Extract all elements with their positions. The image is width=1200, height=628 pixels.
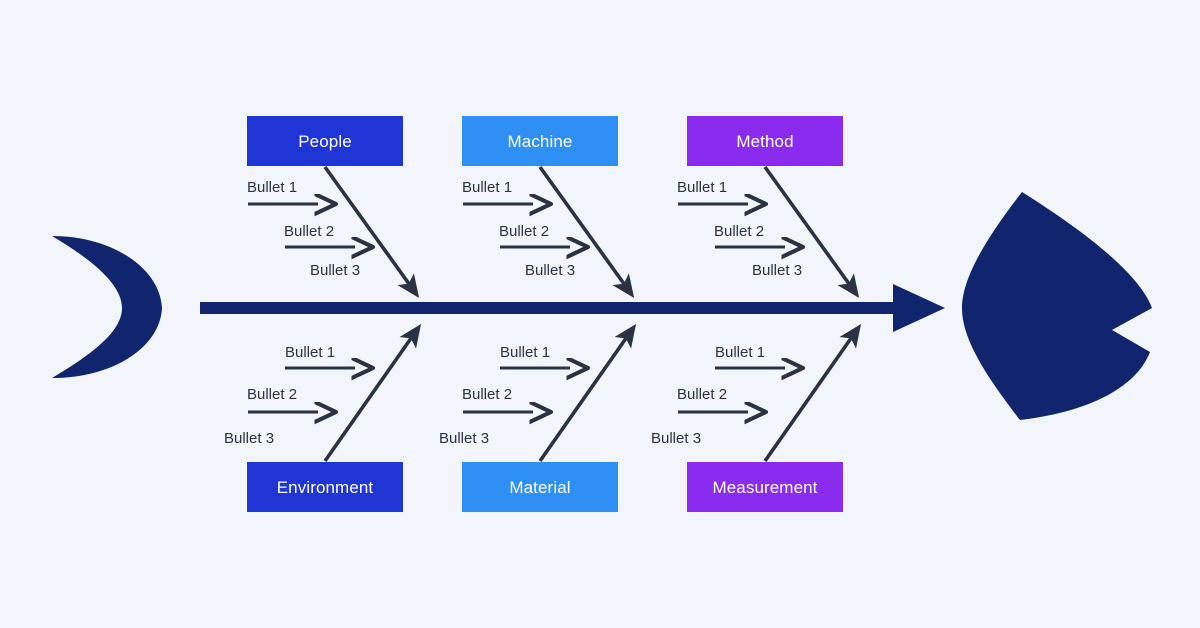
bullet-label-measurement-3: Bullet 3 — [651, 430, 702, 447]
bullet-label-machine-2: Bullet 2 — [499, 223, 550, 240]
bullet-label-method-3: Bullet 3 — [752, 262, 803, 279]
bullet-label-machine-1: Bullet 1 — [462, 179, 513, 196]
bullet-label-method-1: Bullet 1 — [677, 179, 728, 196]
rib-material — [538, 323, 637, 463]
rib-measurement — [763, 323, 862, 463]
bullet-label-people-1: Bullet 1 — [247, 179, 298, 196]
bullet-label-material-3: Bullet 3 — [439, 430, 490, 447]
fishbone-diagram-svg — [52, 165, 1152, 463]
fish-tail — [52, 236, 162, 378]
bullet-label-measurement-1: Bullet 1 — [715, 344, 766, 361]
bullet-label-environment-1: Bullet 1 — [285, 344, 336, 361]
category-label-people: People — [298, 131, 352, 151]
fishbone-diagram-canvas: People Machine Method Environment Materi… — [0, 0, 1200, 628]
bullet-label-machine-3: Bullet 3 — [525, 262, 576, 279]
category-label-method: Method — [736, 131, 794, 151]
category-label-material: Material — [509, 477, 571, 497]
category-box-measurement[interactable]: Measurement — [687, 462, 843, 512]
fish-head — [962, 192, 1152, 420]
category-box-people[interactable]: People — [247, 116, 403, 166]
rib-environment — [323, 323, 422, 463]
category-box-material[interactable]: Material — [462, 462, 618, 512]
bullet-label-environment-3: Bullet 3 — [224, 430, 275, 447]
bullet-label-material-1: Bullet 1 — [500, 344, 551, 361]
bullet-label-method-2: Bullet 2 — [714, 223, 765, 240]
category-label-environment: Environment — [276, 477, 374, 497]
category-box-environment[interactable]: Environment — [247, 462, 403, 512]
category-label-measurement: Measurement — [712, 477, 818, 497]
bullet-label-material-2: Bullet 2 — [462, 386, 513, 403]
bullet-label-measurement-2: Bullet 2 — [677, 386, 728, 403]
category-label-machine: Machine — [507, 131, 573, 151]
spine-arrow — [200, 284, 945, 332]
category-box-machine[interactable]: Machine — [462, 116, 618, 166]
bullet-label-people-2: Bullet 2 — [284, 223, 335, 240]
bullet-label-people-3: Bullet 3 — [310, 262, 361, 279]
category-box-method[interactable]: Method — [687, 116, 843, 166]
bullet-label-environment-2: Bullet 2 — [247, 386, 298, 403]
